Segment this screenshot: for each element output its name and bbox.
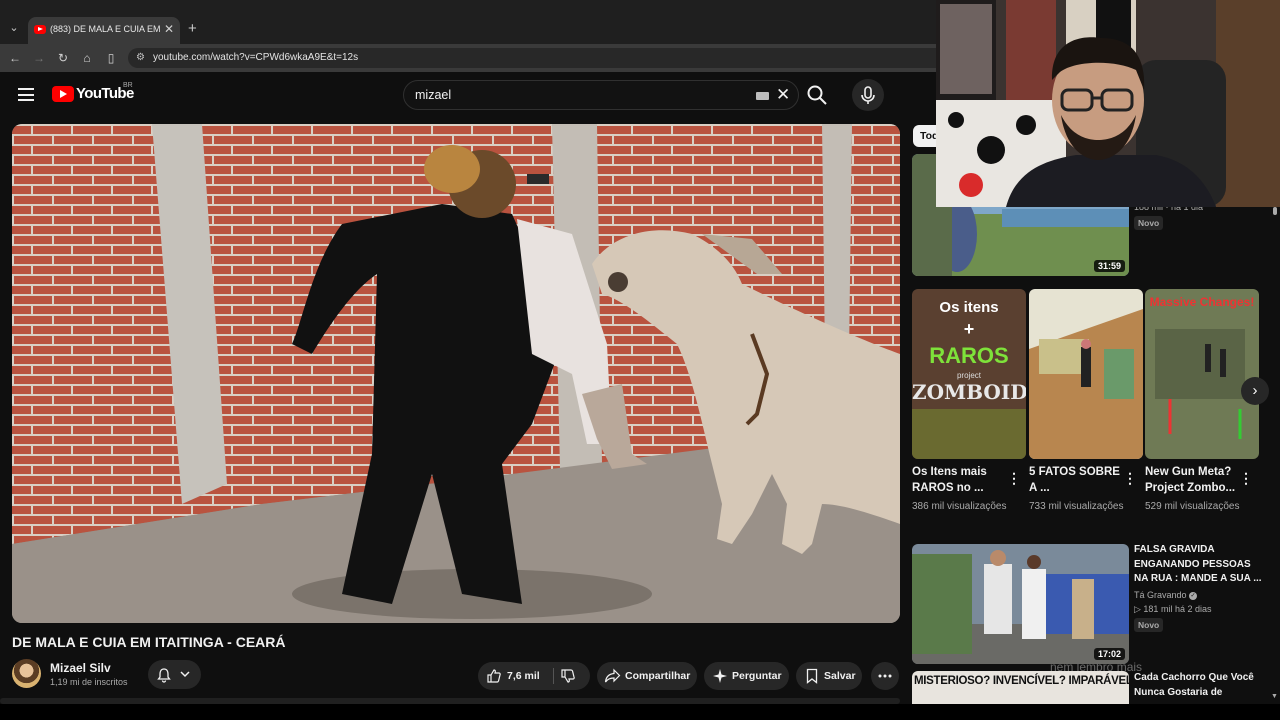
ask-label: Perguntar xyxy=(732,670,782,682)
short-views: 386 mil visualizações xyxy=(912,501,1007,512)
short-title[interactable]: New Gun Meta? Project Zombo... xyxy=(1145,464,1240,496)
bookmark-icon xyxy=(806,668,818,684)
clear-search-icon[interactable]: ✕ xyxy=(776,85,790,105)
plus-icon: + xyxy=(963,319,975,339)
search-box[interactable]: mizael ✕ xyxy=(403,80,799,110)
like-divider xyxy=(553,668,554,684)
microphone-icon[interactable] xyxy=(852,79,884,111)
video-title-link[interactable]: FALSA GRAVIDA ENGANANDO PESSOAS NA RUA :… xyxy=(1134,543,1264,587)
tab-title: (883) DE MALA E CUIA EM ITAITINGA xyxy=(50,24,160,34)
save-button[interactable]: Salvar xyxy=(796,662,862,690)
video-stats: ▷ 181 mil há 2 dias xyxy=(1134,604,1212,614)
next-shorts-arrow-icon[interactable]: › xyxy=(1241,377,1269,405)
short-thumbnail[interactable]: Os itens + RAROS project ZOMBOID xyxy=(912,289,1026,459)
notification-bell-button[interactable] xyxy=(148,660,201,689)
site-settings-icon[interactable]: ⚙ xyxy=(136,52,145,63)
webcam-overlay xyxy=(936,0,1280,207)
thumb-text-line1: Massive Changes! xyxy=(1149,295,1255,309)
tab-list-chevron-icon[interactable]: ⌄ xyxy=(6,20,22,36)
video-player[interactable] xyxy=(12,124,900,623)
new-tab-button[interactable]: + xyxy=(188,20,197,37)
more-vertical-icon[interactable]: ⋮ xyxy=(1239,470,1253,487)
top-video-duration: 31:59 xyxy=(1093,260,1125,272)
channel-name[interactable]: Mizael Silv xyxy=(50,661,111,675)
thumb-text-line3: project xyxy=(956,371,981,380)
thumbs-down-icon[interactable] xyxy=(560,668,576,684)
sparkle-icon xyxy=(713,669,727,683)
back-arrow-icon[interactable]: ← xyxy=(7,50,23,66)
scrollbar-thumb[interactable] xyxy=(1273,207,1277,215)
share-button[interactable]: Compartilhar xyxy=(597,662,697,690)
webcam-image xyxy=(936,0,1280,207)
youtube-header: YouTube BR mizael ✕ xyxy=(0,72,936,118)
video-title: DE MALA E CUIA EM ITAITINGA - CEARÁ xyxy=(12,634,286,650)
url-text: youtube.com/watch?v=CPWd6wkaA9E&t=12s xyxy=(153,52,359,63)
video-views: 181 mil xyxy=(1143,604,1173,614)
video-age: há 2 dias xyxy=(1174,604,1212,614)
browser-tab-bar: ⌄ (883) DE MALA E CUIA EM ITAITINGA ✕ + xyxy=(0,0,936,44)
short-views: 529 mil visualizações xyxy=(1145,501,1240,512)
video-title-link[interactable]: Cada Cachorro Que Você Nunca Gostaria de xyxy=(1134,671,1264,700)
video-duration: 17:02 xyxy=(1093,648,1125,660)
share-label: Compartilhar xyxy=(625,670,691,682)
logo-region: BR xyxy=(123,82,133,89)
thumb-text-line2: RAROS xyxy=(929,343,1009,368)
street-thumbnail-image xyxy=(912,544,1129,664)
browser-tab[interactable]: (883) DE MALA E CUIA EM ITAITINGA ✕ xyxy=(28,17,180,44)
thumbs-up-icon[interactable] xyxy=(486,668,502,684)
more-actions-button[interactable] xyxy=(871,662,899,690)
video-channel-name: Tá Gravando xyxy=(1134,590,1187,600)
more-vertical-icon[interactable]: ⋮ xyxy=(1123,470,1137,487)
new-badge: Novo xyxy=(1134,216,1164,230)
close-tab-icon[interactable]: ✕ xyxy=(164,22,174,36)
address-bar[interactable]: ⚙ youtube.com/watch?v=CPWd6wkaA9E&t=12s xyxy=(128,48,936,68)
video-thumbnail[interactable]: 17:02 xyxy=(912,544,1129,664)
verified-check-icon: ✓ xyxy=(1189,591,1198,600)
forward-arrow-icon[interactable]: → xyxy=(31,50,47,66)
side-panel-icon[interactable]: ▯ xyxy=(103,50,119,66)
scroll-down-arrow-icon[interactable]: ▼ xyxy=(1271,693,1278,700)
like-count[interactable]: 7,6 mil xyxy=(507,670,540,682)
video-frame xyxy=(12,124,900,623)
chevron-down-icon xyxy=(180,671,190,678)
share-icon xyxy=(604,668,621,683)
new-badge: Novo xyxy=(1134,618,1164,632)
youtube-play-icon xyxy=(52,86,74,102)
kitchen-thumbnail-image xyxy=(1029,289,1143,459)
video-channel[interactable]: Tá Gravando ✓ xyxy=(1134,590,1198,600)
short-thumbnail[interactable]: Massive Changes! xyxy=(1145,289,1259,459)
channel-avatar[interactable] xyxy=(12,659,41,688)
short-views: 733 mil visualizações xyxy=(1029,501,1124,512)
hamburger-menu-icon[interactable] xyxy=(18,88,34,101)
gun-meta-thumbnail-image xyxy=(1145,289,1259,459)
reload-icon[interactable]: ↻ xyxy=(55,50,71,66)
search-icon[interactable] xyxy=(806,84,828,106)
thumbnail-text: MISTERIOSO? INVENCÍVEL? IMPARÁVEL? xyxy=(914,675,1129,687)
browser-toolbar: ← → ↻ ⌂ ▯ ⚙ youtube.com/watch?v=CPWd6wka… xyxy=(0,44,936,72)
thumb-text-line4: ZOMBOID xyxy=(912,380,1026,404)
more-horizontal-icon xyxy=(878,674,892,678)
like-dislike-group: 7,6 mil xyxy=(478,662,590,690)
short-thumbnail[interactable] xyxy=(1029,289,1143,459)
short-title[interactable]: Os Itens mais RAROS no ... xyxy=(912,464,1007,496)
bottom-edge xyxy=(0,704,1280,720)
keyboard-icon[interactable] xyxy=(756,92,769,100)
thumb-text-line1: Os itens xyxy=(939,299,999,316)
screen: ⌄ (883) DE MALA E CUIA EM ITAITINGA ✕ + … xyxy=(0,0,1280,720)
subscriber-count: 1,19 mi de inscritos xyxy=(50,677,128,687)
more-vertical-icon[interactable]: ⋮ xyxy=(1007,470,1021,487)
video-thumbnail[interactable]: MISTERIOSO? INVENCÍVEL? IMPARÁVEL? xyxy=(912,671,1129,704)
search-input[interactable]: mizael xyxy=(415,88,451,102)
short-title[interactable]: 5 FATOS SOBRE A ... xyxy=(1029,464,1124,496)
bell-icon xyxy=(157,668,171,683)
ask-button[interactable]: Perguntar xyxy=(704,662,789,690)
save-label: Salvar xyxy=(824,670,856,682)
home-icon[interactable]: ⌂ xyxy=(79,50,95,66)
youtube-favicon-icon xyxy=(34,25,46,34)
